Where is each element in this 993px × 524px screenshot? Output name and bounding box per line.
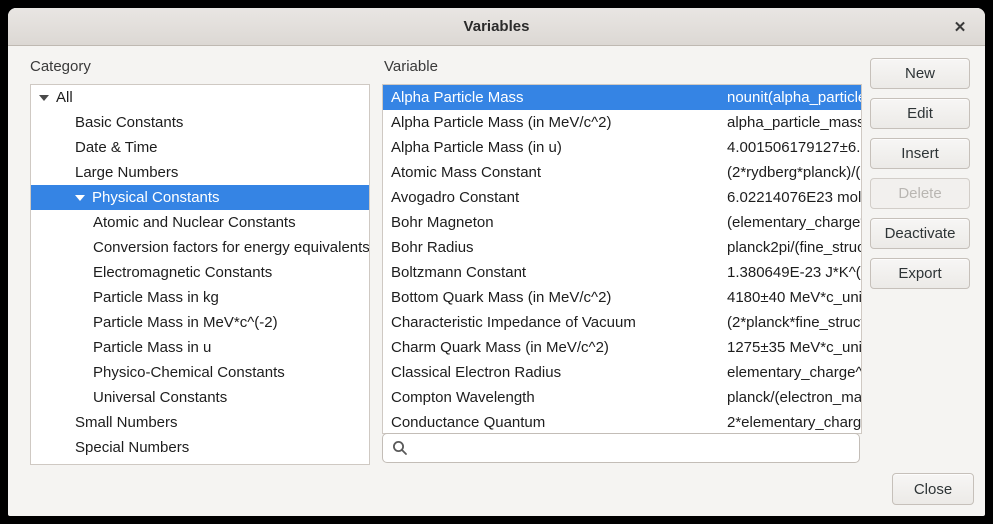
category-tree-item-label: Particle Mass in u <box>93 335 211 360</box>
category-tree-item-label: Conversion factors for energy equivalent… <box>93 235 370 260</box>
variable-name: Avogadro Constant <box>383 185 727 210</box>
category-tree-item[interactable]: Special Numbers <box>31 435 369 460</box>
variables-dialog: Variables ✕ Category Variable AllBasic C… <box>8 8 985 516</box>
variable-value: 2*elementary_charge <box>727 410 861 434</box>
category-tree-item-label: All <box>56 85 73 110</box>
category-tree-item-label: Date & Time <box>75 135 158 160</box>
category-tree-item[interactable]: Large Numbers <box>31 160 369 185</box>
category-tree-item-label: Particle Mass in kg <box>93 285 219 310</box>
category-tree-item[interactable]: Small Numbers <box>31 410 369 435</box>
category-tree-item-label: Small Numbers <box>75 410 178 435</box>
variable-row[interactable]: Bohr Magneton(elementary_charge* <box>383 210 861 235</box>
category-tree: AllBasic ConstantsDate & TimeLarge Numbe… <box>30 84 370 465</box>
variable-name: Alpha Particle Mass (in u) <box>383 135 727 160</box>
variable-value: (2*rydberg*planck)/(c <box>727 160 861 185</box>
variable-value: elementary_charge^ <box>727 360 861 385</box>
variable-row[interactable]: Atomic Mass Constant(2*rydberg*planck)/(… <box>383 160 861 185</box>
variable-name: Alpha Particle Mass <box>383 85 727 110</box>
variable-row[interactable]: Charm Quark Mass (in MeV/c^2)1275±35 MeV… <box>383 335 861 360</box>
export-button[interactable]: Export <box>870 258 970 289</box>
variable-name: Bottom Quark Mass (in MeV/c^2) <box>383 285 727 310</box>
variable-value: alpha_particle_mass <box>727 110 861 135</box>
variable-value: 1.380649E-23 J*K^(- <box>727 260 861 285</box>
dialog-content: Category Variable AllBasic ConstantsDate… <box>8 45 985 516</box>
variable-value: 4.001506179127±6.3 <box>727 135 861 160</box>
category-tree-item-label: Large Numbers <box>75 160 178 185</box>
category-tree-item-label: Basic Constants <box>75 110 183 135</box>
variable-name: Compton Wavelength <box>383 385 727 410</box>
variable-row[interactable]: Conductance Quantum2*elementary_charge <box>383 410 861 434</box>
insert-button[interactable]: Insert <box>870 138 970 169</box>
variable-value: planck2pi/(fine_struct <box>727 235 861 260</box>
category-tree-item[interactable]: Basic Constants <box>31 110 369 135</box>
search-icon <box>392 440 408 456</box>
titlebar[interactable]: Variables ✕ <box>8 8 985 46</box>
search-entry[interactable] <box>382 433 860 463</box>
variable-row[interactable]: Bohr Radiusplanck2pi/(fine_struct <box>383 235 861 260</box>
window-close-icon[interactable]: ✕ <box>945 12 975 42</box>
category-tree-item-label: Atomic and Nuclear Constants <box>93 210 296 235</box>
variable-name: Boltzmann Constant <box>383 260 727 285</box>
variable-value: 6.02214076E23 mol^ <box>727 185 861 210</box>
variable-row[interactable]: Alpha Particle Mass (in MeV/c^2)alpha_pa… <box>383 110 861 135</box>
variable-value: (elementary_charge* <box>727 210 861 235</box>
variable-row[interactable]: Bottom Quark Mass (in MeV/c^2)4180±40 Me… <box>383 285 861 310</box>
deactivate-button[interactable]: Deactivate <box>870 218 970 249</box>
variable-value: planck/(electron_mas <box>727 385 861 410</box>
category-tree-item-label: Electromagnetic Constants <box>93 260 272 285</box>
category-tree-item[interactable]: Particle Mass in kg <box>31 285 369 310</box>
edit-button[interactable]: Edit <box>870 98 970 129</box>
variable-row[interactable]: Boltzmann Constant1.380649E-23 J*K^(- <box>383 260 861 285</box>
variable-row[interactable]: Compton Wavelengthplanck/(electron_mas <box>383 385 861 410</box>
category-tree-item[interactable]: Physico-Chemical Constants <box>31 360 369 385</box>
variable-name: Conductance Quantum <box>383 410 727 434</box>
category-tree-item[interactable]: Universal Constants <box>31 385 369 410</box>
new-button[interactable]: New <box>870 58 970 89</box>
expander-down-icon[interactable] <box>39 95 49 101</box>
variable-row[interactable]: Characteristic Impedance of Vacuum(2*pla… <box>383 310 861 335</box>
variable-row[interactable]: Classical Electron Radiuselementary_char… <box>383 360 861 385</box>
category-tree-item-label: Special Numbers <box>75 435 189 460</box>
category-tree-item-label: Physical Constants <box>92 185 220 210</box>
variable-list: Alpha Particle Massnounit(alpha_particle… <box>382 84 862 434</box>
close-button[interactable]: Close <box>892 473 974 505</box>
variable-value: nounit(alpha_particle <box>727 85 861 110</box>
category-tree-item-label: Universal Constants <box>93 385 227 410</box>
category-tree-item[interactable]: Electromagnetic Constants <box>31 260 369 285</box>
search-input[interactable] <box>414 439 853 458</box>
category-tree-item[interactable]: Particle Mass in MeV*c^(-2) <box>31 310 369 335</box>
variable-name: Atomic Mass Constant <box>383 160 727 185</box>
variable-name: Classical Electron Radius <box>383 360 727 385</box>
category-tree-item[interactable]: Conversion factors for energy equivalent… <box>31 235 369 260</box>
expander-down-icon[interactable] <box>75 195 85 201</box>
variable-name: Bohr Magneton <box>383 210 727 235</box>
window-title: Variables <box>464 18 530 35</box>
category-tree-item[interactable]: Date & Time <box>31 135 369 160</box>
variable-name: Charm Quark Mass (in MeV/c^2) <box>383 335 727 360</box>
variable-value: (2*planck*fine_struct <box>727 310 861 335</box>
category-tree-item[interactable]: All <box>31 85 369 110</box>
variable-panel-label: Variable <box>384 58 438 75</box>
variable-name: Alpha Particle Mass (in MeV/c^2) <box>383 110 727 135</box>
variable-row[interactable]: Avogadro Constant6.02214076E23 mol^ <box>383 185 861 210</box>
category-panel-label: Category <box>30 58 91 75</box>
desktop-background: Variables ✕ Category Variable AllBasic C… <box>0 0 993 524</box>
variable-name: Bohr Radius <box>383 235 727 260</box>
category-tree-item[interactable]: Physical Constants <box>31 185 369 210</box>
category-tree-item-label: Particle Mass in MeV*c^(-2) <box>93 310 278 335</box>
variable-row[interactable]: Alpha Particle Massnounit(alpha_particle <box>383 85 861 110</box>
variable-name: Characteristic Impedance of Vacuum <box>383 310 727 335</box>
category-tree-item-label: Physico-Chemical Constants <box>93 360 285 385</box>
variable-value: 4180±40 MeV*c_unit <box>727 285 861 310</box>
variable-row[interactable]: Alpha Particle Mass (in u)4.001506179127… <box>383 135 861 160</box>
category-tree-item[interactable]: Atomic and Nuclear Constants <box>31 210 369 235</box>
category-tree-item[interactable]: Particle Mass in u <box>31 335 369 360</box>
delete-button: Delete <box>870 178 970 209</box>
variable-value: 1275±35 MeV*c_unit <box>727 335 861 360</box>
